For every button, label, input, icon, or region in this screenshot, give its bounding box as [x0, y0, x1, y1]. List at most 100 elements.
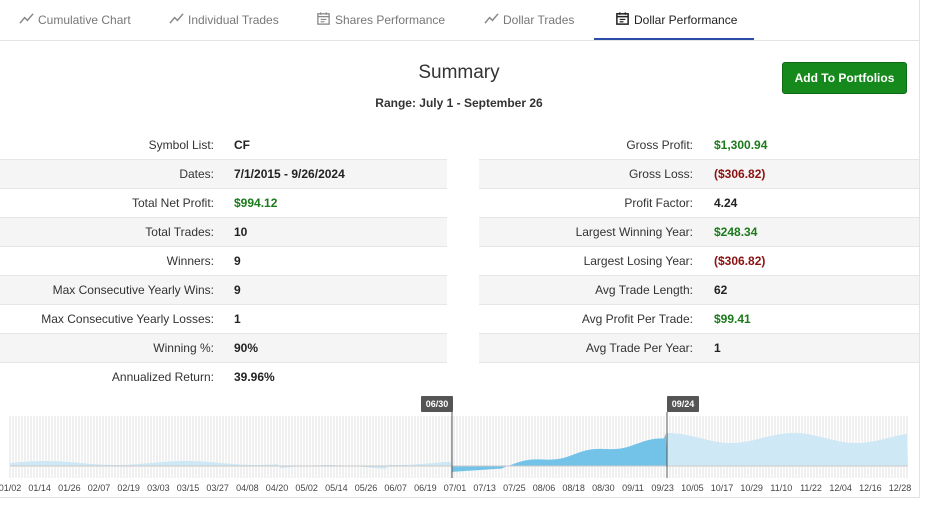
stat-value: $99.41: [714, 312, 751, 326]
axis-tick-label: 12/04: [829, 483, 852, 493]
tab-label: Dollar Trades: [503, 13, 575, 27]
axis-tick-label: 11/22: [800, 483, 822, 493]
stat-row: Total Net Profit: $994.12: [0, 188, 447, 217]
stat-value: ($306.82): [714, 254, 766, 268]
stat-row: Winners: 9: [0, 246, 447, 275]
axis-tick-label: 08/18: [562, 483, 585, 493]
stat-label: Annualized Return:: [111, 370, 214, 384]
axis-tick-label: 01/26: [58, 483, 81, 493]
active-tab-indicator: [594, 38, 754, 40]
axis-tick-label: 08/06: [532, 483, 556, 493]
stat-row: Winning %: 90%: [0, 333, 447, 362]
tab-dollar-trades[interactable]: Dollar Trades: [484, 0, 574, 40]
tab-dollar-performance[interactable]: Dollar Performance: [615, 0, 737, 40]
axis-tick-label: 06/07: [384, 483, 407, 493]
stat-value: ($306.82): [714, 167, 766, 181]
stats-table-right: Gross Profit: $1,300.94 Gross Loss: ($306.…: [479, 131, 919, 363]
tab-label: Cumulative Chart: [38, 13, 131, 27]
stat-row: Avg Trade Per Year: 1: [479, 333, 919, 363]
axis-tick-label: 04/20: [265, 483, 289, 493]
stat-row: Max Consecutive Yearly Wins: 9: [0, 275, 447, 304]
axis-tick-label: 07/01: [443, 483, 467, 493]
stat-label: Max Consecutive Yearly Wins:: [52, 283, 214, 297]
stat-label: Winning %:: [153, 341, 214, 355]
tab-cumulative-chart[interactable]: Cumulative Chart: [19, 0, 131, 40]
stat-value: 90%: [234, 341, 259, 355]
calendar-icon: [316, 11, 331, 29]
stat-label: Profit Factor:: [624, 196, 693, 210]
axis-tick-label: 12/28: [888, 483, 912, 493]
tab-individual-trades[interactable]: Individual Trades: [169, 0, 279, 40]
stat-label: Symbol List:: [148, 138, 214, 152]
tab-bar: Cumulative Chart Individual Trades Share…: [0, 0, 920, 41]
stat-value: 1: [234, 312, 241, 326]
stat-label: Winners:: [166, 254, 214, 268]
tab-label: Individual Trades: [188, 13, 279, 27]
add-to-portfolios-button[interactable]: Add To Portfolios: [782, 62, 907, 94]
line-chart-icon: [484, 11, 499, 29]
line-chart-icon: [169, 11, 184, 29]
stat-value: $248.34: [714, 225, 758, 239]
stat-label: Largest Losing Year:: [583, 254, 693, 268]
line-chart-icon: [19, 11, 34, 29]
stat-value: 1: [714, 341, 721, 355]
stat-label: Avg Trade Length:: [595, 283, 693, 297]
stats-table-left: Symbol List: CF Dates: 7/1/2015 - 9/26/202…: [0, 131, 447, 391]
stat-label: Gross Profit:: [626, 138, 693, 152]
stat-row: Gross Profit: $1,300.94: [479, 131, 919, 159]
stat-value: $1,300.94: [714, 138, 768, 152]
axis-tick-label: 07/25: [503, 483, 526, 493]
summary-title: Summary: [418, 62, 500, 83]
stat-row: Largest Losing Year: ($306.82): [479, 246, 919, 275]
stat-value: 4.24: [714, 196, 738, 210]
stat-row: Profit Factor: 4.24: [479, 188, 919, 217]
summary-range: Range: July 1 - September 26: [375, 96, 543, 110]
stat-label: Max Consecutive Yearly Losses:: [41, 312, 214, 326]
stat-value: 62: [714, 283, 728, 297]
axis-tick-label: 07/13: [473, 483, 496, 493]
axis-tick-label: 12/16: [859, 483, 882, 493]
stat-value: $994.12: [234, 196, 278, 210]
stat-row: Symbol List: CF: [0, 131, 447, 159]
stat-label: Dates:: [179, 167, 214, 181]
axis-tick-label: 09/23: [651, 483, 674, 493]
axis-tick-label: 10/17: [710, 483, 734, 493]
range-end-marker[interactable]: 09/24: [667, 396, 699, 412]
stat-row: Avg Profit Per Trade: $99.41: [479, 304, 919, 333]
stat-value: CF: [234, 138, 250, 152]
axis-tick-label: 02/19: [117, 483, 140, 493]
axis-tick-label: 08/30: [592, 483, 615, 493]
stat-row: Avg Trade Length: 62: [479, 275, 919, 304]
axis-tick-label: 03/03: [147, 483, 170, 493]
stat-value: 7/1/2015 - 9/26/2024: [234, 167, 345, 181]
range-start-marker[interactable]: 06/30: [421, 396, 453, 412]
timeline-axis-ticks: 01/02 01/14 01/26 02/07 02/19 03/03 03/15 03/27…: [0, 483, 920, 497]
stat-row: Annualized Return: 39.96%: [0, 362, 447, 391]
stat-label: Total Net Profit:: [131, 196, 214, 210]
stat-label: Gross Loss:: [628, 167, 693, 181]
stat-value: 39.96%: [234, 370, 275, 384]
axis-tick-label: 03/27: [206, 483, 229, 493]
tab-label: Dollar Performance: [634, 13, 738, 27]
axis-tick-label: 09/11: [622, 483, 644, 493]
stat-label: Total Trades:: [145, 225, 214, 239]
axis-tick-label: 05/14: [325, 483, 348, 493]
stat-value: 10: [234, 225, 248, 239]
axis-tick-label: 01/02: [0, 483, 22, 493]
stat-value: 9: [234, 283, 241, 297]
axis-tick-label: 06/19: [414, 483, 437, 493]
tab-shares-performance[interactable]: Shares Performance: [316, 0, 445, 40]
stat-row: Dates: 7/1/2015 - 9/26/2024: [0, 159, 447, 188]
axis-tick-label: 05/02: [295, 483, 318, 493]
stat-row: Gross Loss: ($306.82): [479, 159, 919, 188]
axis-tick-label: 04/08: [236, 483, 259, 493]
stat-label: Avg Profit Per Trade:: [581, 312, 693, 326]
stat-row: Max Consecutive Yearly Losses: 1: [0, 304, 447, 333]
stat-value: 9: [234, 254, 241, 268]
axis-tick-label: 10/05: [681, 483, 704, 493]
stat-row: Largest Winning Year: $248.34: [479, 217, 919, 246]
axis-tick-label: 02/07: [87, 483, 111, 493]
axis-tick-label: 03/15: [176, 483, 200, 493]
axis-tick-label: 10/29: [740, 483, 763, 493]
calendar-icon: [615, 11, 630, 29]
